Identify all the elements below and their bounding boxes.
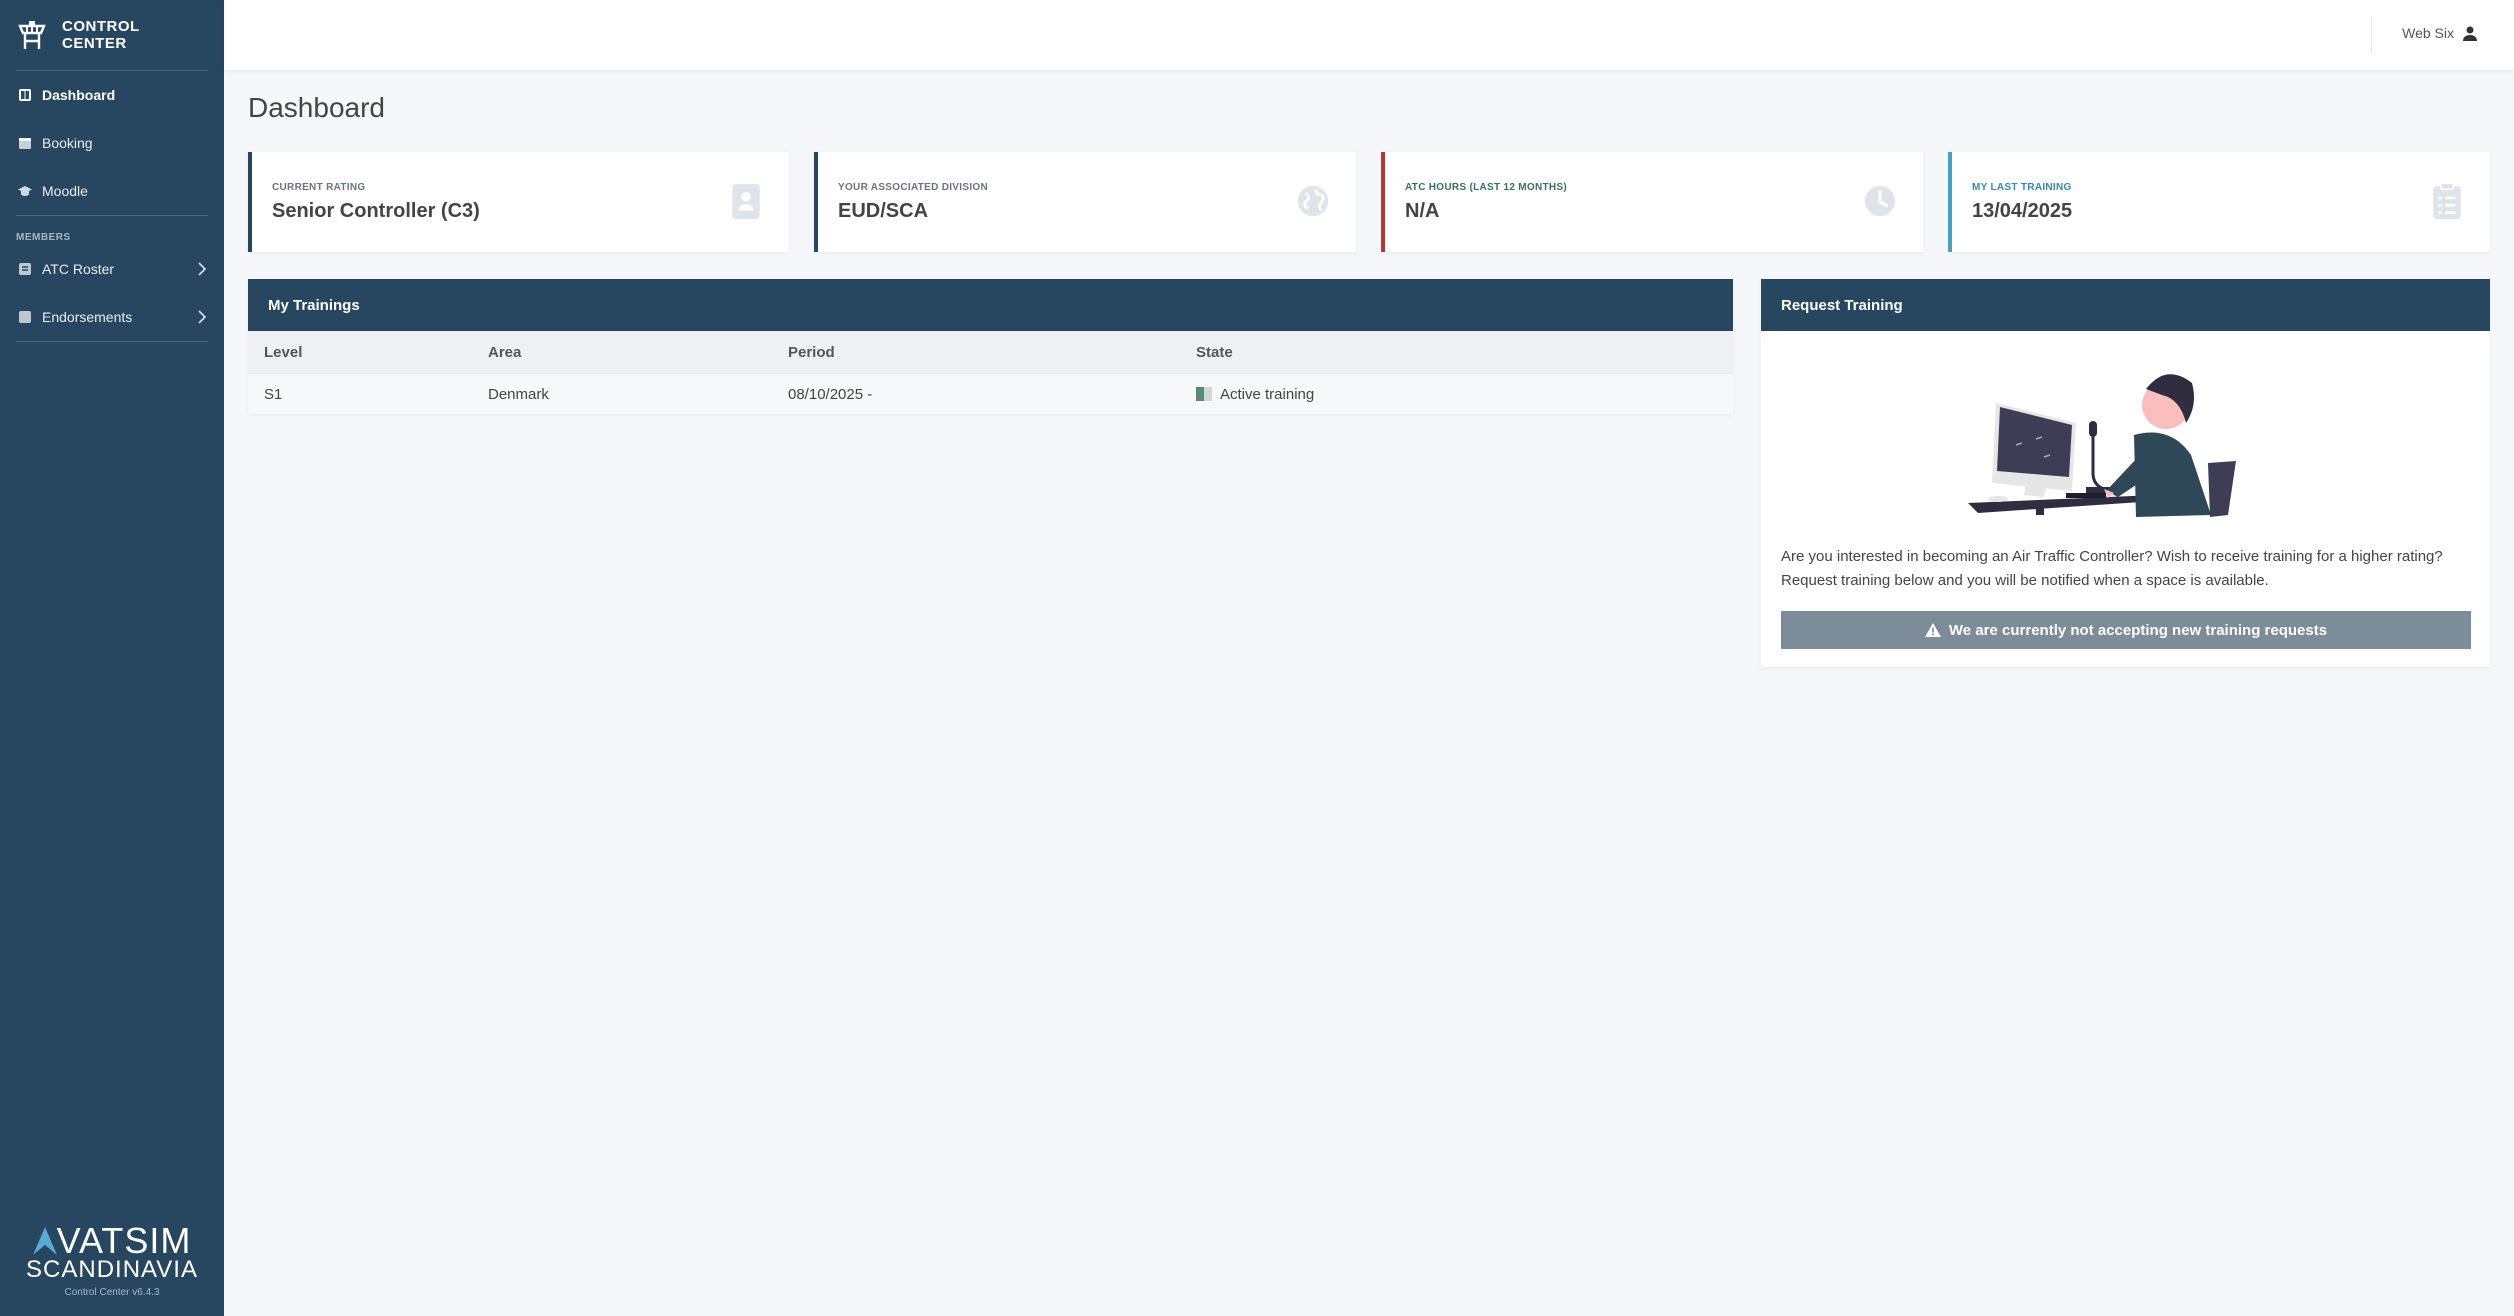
- dashboard-icon: [19, 89, 31, 101]
- my-trainings-panel: My Trainings Level Area Period State S1 …: [248, 279, 1733, 414]
- sidebar: CONTROL CENTER Dashboard Booking Moodle …: [0, 0, 224, 1316]
- user-name: Web Six: [2402, 25, 2454, 41]
- card-value: EUD/SCA: [838, 200, 929, 222]
- chevron-right-icon: [198, 310, 206, 324]
- request-training-text: Are you interested in becoming an Air Tr…: [1781, 548, 2443, 589]
- col-area[interactable]: Area: [472, 331, 772, 374]
- user-icon: [2463, 26, 2477, 41]
- book-open-icon: [1196, 386, 1212, 401]
- sidebar-item-label: Booking: [42, 135, 93, 151]
- version-text: Control Center v6.4.3: [64, 1287, 160, 1298]
- card-atc-hours: ATC HOURS (LAST 12 MONTHS) N/A: [1381, 152, 1923, 252]
- cell-area: Denmark: [472, 373, 772, 414]
- card-value: N/A: [1405, 200, 1440, 222]
- brand-line1: CONTROL: [62, 18, 140, 35]
- graduation-cap-icon: [18, 186, 32, 196]
- page-title: Dashboard: [248, 92, 385, 123]
- table-header-row: Level Area Period State: [248, 331, 1733, 374]
- vatsim-chevron-icon: [32, 1227, 57, 1255]
- cell-level: S1: [248, 373, 472, 414]
- brand[interactable]: CONTROL CENTER: [0, 0, 224, 70]
- atc-controller-illustration-icon: [1968, 374, 2236, 517]
- card-label: CURRENT RATING: [272, 182, 366, 193]
- request-training-panel: Request Training Are you interested in b…: [1761, 279, 2490, 667]
- vatsim-scandinavia-logo: VATSIM SCANDINAVIA: [0, 1220, 224, 1284]
- card-associated-division: YOUR ASSOCIATED DIVISION EUD/SCA: [814, 152, 1356, 252]
- globe-icon: [1297, 185, 1329, 217]
- clock-icon: [1864, 185, 1896, 217]
- sidebar-item-endorsements[interactable]: Endorsements: [0, 293, 224, 341]
- sidebar-item-label: Dashboard: [42, 87, 116, 103]
- card-last-training: MY LAST TRAINING 13/04/2025: [1948, 152, 2490, 252]
- calendar-icon: [19, 138, 31, 149]
- state-label: Active training: [1220, 385, 1315, 403]
- col-state[interactable]: State: [1180, 331, 1733, 374]
- col-level[interactable]: Level: [248, 331, 472, 374]
- warning-icon: [1924, 623, 1941, 637]
- topbar: Web Six: [224, 0, 2514, 70]
- check-square-icon: [19, 311, 31, 323]
- table-row[interactable]: S1 Denmark 08/10/2025 - Active training: [248, 373, 1733, 414]
- divider: [16, 341, 208, 342]
- sidebar-item-dashboard[interactable]: Dashboard: [0, 71, 224, 119]
- card-value: Senior Controller (C3): [272, 200, 480, 222]
- list-icon: [19, 263, 31, 275]
- request-training-title: Request Training: [1761, 279, 2490, 331]
- sidebar-item-label: Endorsements: [42, 309, 133, 325]
- chevron-right-icon: [198, 262, 206, 276]
- id-badge-icon: [732, 184, 760, 219]
- topbar-divider: [2371, 16, 2372, 54]
- col-period[interactable]: Period: [772, 331, 1180, 374]
- control-tower-icon: [18, 21, 46, 49]
- card-label: YOUR ASSOCIATED DIVISION: [838, 182, 988, 193]
- cell-period: 08/10/2025 -: [772, 373, 1180, 414]
- sidebar-item-label: Moodle: [42, 183, 88, 199]
- trainings-table: Level Area Period State S1 Denmark 08/10…: [248, 331, 1733, 414]
- not-accepting-requests-notice: We are currently not accepting new train…: [1781, 611, 2471, 649]
- my-trainings-title: My Trainings: [248, 279, 1733, 331]
- user-menu[interactable]: Web Six: [2402, 25, 2478, 41]
- sidebar-item-label: ATC Roster: [42, 261, 115, 277]
- card-current-rating: CURRENT RATING Senior Controller (C3): [248, 152, 789, 252]
- members-heading: MEMBERS: [16, 232, 71, 243]
- cell-state: Active training: [1180, 373, 1733, 414]
- card-label: ATC HOURS (LAST 12 MONTHS): [1405, 182, 1568, 193]
- logo-scandinavia-text: SCANDINAVIA: [26, 1256, 198, 1283]
- sidebar-item-atc-roster[interactable]: ATC Roster: [0, 245, 224, 293]
- sidebar-item-moodle[interactable]: Moodle: [0, 167, 224, 215]
- brand-line2: CENTER: [62, 35, 127, 52]
- card-value: 13/04/2025: [1972, 200, 2073, 222]
- notice-text: We are currently not accepting new train…: [1948, 621, 2328, 639]
- clipboard-icon: [2433, 182, 2461, 219]
- sidebar-item-booking[interactable]: Booking: [0, 119, 224, 167]
- card-label: MY LAST TRAINING: [1972, 182, 2072, 193]
